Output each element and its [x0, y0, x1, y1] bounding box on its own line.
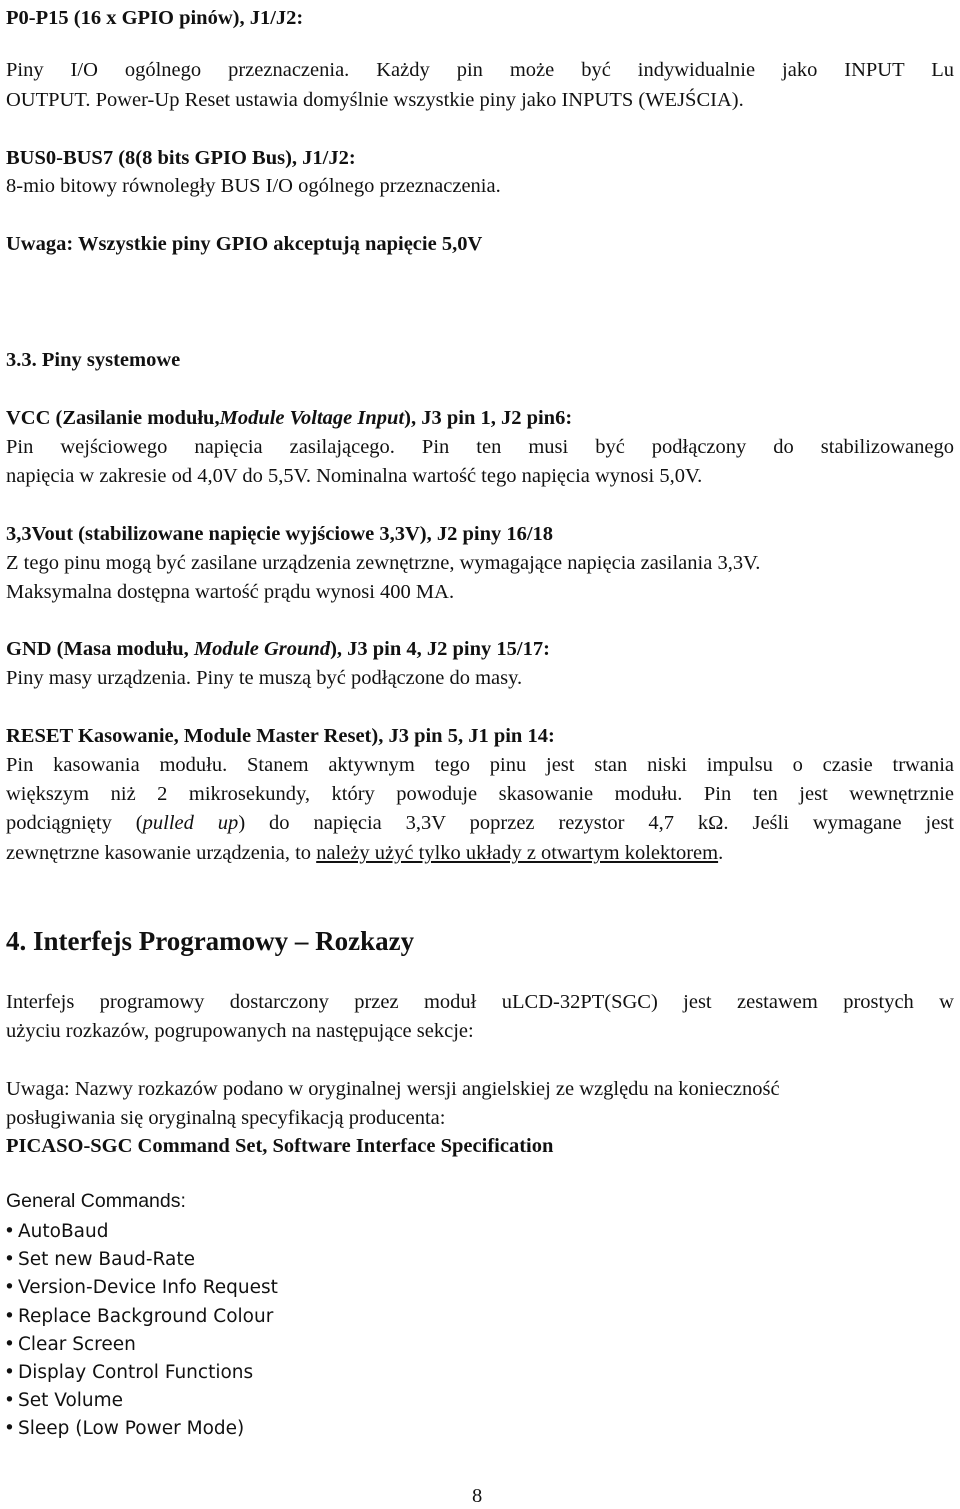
list-item-label: Set Volume: [18, 1390, 124, 1412]
vcc-line-1: Pin wejściowego napięcia zasilającego. P…: [6, 436, 954, 458]
gnd-heading-italic: Module Ground: [193, 638, 331, 660]
list-item-label: Sleep (Low Power Mode): [18, 1418, 245, 1440]
reset-line-2: większym niż 2 mikrosekundy, który powod…: [6, 783, 954, 805]
list-item: • Clear Screen: [4, 1331, 278, 1359]
gnd-heading-b: ), J3 pin 4, J2 piny 15/17:: [330, 638, 550, 660]
vcc-heading-italic: Module Voltage Input: [219, 407, 405, 429]
list-item: • Version-Device Info Request: [4, 1274, 278, 1302]
list-item: • Display Control Functions: [4, 1359, 278, 1387]
vcc-heading-b: ), J3 pin 1, J2 pin6:: [404, 407, 573, 429]
gnd-heading: GND (Masa modułu, Module Ground), J3 pin…: [6, 637, 550, 661]
bullet-icon: •: [4, 1418, 15, 1440]
reset-line-3-a: podciągnięty (: [6, 812, 143, 834]
list-item: • Replace Background Colour: [4, 1303, 278, 1331]
section-4-intro-line-2: użyciu rozkazów, pogrupowanych na następ…: [6, 1020, 474, 1042]
reset-line-1: Pin kasowania modułu. Stanem aktywnym te…: [6, 754, 954, 776]
section-4-note-line-1: Uwaga: Nazwy rozkazów podano w oryginaln…: [6, 1078, 780, 1100]
vcc-heading: VCC (Zasilanie modułu,Module Voltage Inp…: [6, 406, 572, 430]
vout-line-2: Maksymalna dostępna wartość prądu wynosi…: [6, 581, 455, 603]
reset-line-4-underlined: należy użyć tylko układy z otwartym kole…: [316, 842, 719, 864]
list-item-label: Replace Background Colour: [18, 1305, 274, 1327]
bullet-icon: •: [4, 1390, 15, 1412]
list-item-label: Display Control Functions: [18, 1362, 254, 1384]
vcc-heading-a: VCC (Zasilanie modułu,: [6, 407, 220, 429]
gpio-paragraph-line-2: OUTPUT. Power-Up Reset ustawia domyślnie…: [6, 89, 744, 111]
vcc-line-2: napięcia w zakresie od 4,0V do 5,5V. Nom…: [6, 465, 703, 487]
general-commands-title: General Commands:: [6, 1190, 186, 1212]
list-item-label: Version-Device Info Request: [18, 1277, 278, 1299]
gpio-heading: P0-P15 (16 x GPIO pinów), J1/J2:: [6, 7, 304, 29]
bullet-icon: •: [4, 1305, 15, 1327]
vout-line-1: Z tego pinu mogą być zasilane urządzenia…: [6, 552, 761, 574]
list-item-label: Clear Screen: [18, 1333, 136, 1355]
list-item: • Set new Baud-Rate: [4, 1246, 278, 1274]
reset-line-3: podciągnięty (pulled up) do napięcia 3,3…: [6, 811, 954, 835]
section-4-intro-line-1: Interfejs programowy dostarczony przez m…: [6, 991, 954, 1013]
spec-title: PICASO-SGC Command Set, Software Interfa…: [6, 1135, 554, 1157]
list-item-label: AutoBaud: [18, 1221, 109, 1242]
list-item: • AutoBaud: [4, 1218, 278, 1246]
list-item: • Sleep (Low Power Mode): [4, 1415, 278, 1443]
gnd-heading-a: GND (Masa modułu,: [6, 638, 194, 660]
bullet-icon: •: [4, 1333, 15, 1355]
gpio-voltage-note: Uwaga: Wszystkie piny GPIO akceptują nap…: [6, 233, 483, 255]
bullet-icon: •: [4, 1221, 15, 1242]
section-4-note-line-2: posługiwania się oryginalną specyfikacją…: [6, 1107, 446, 1129]
list-item-label: Set new Baud-Rate: [18, 1249, 195, 1271]
page-number: 8: [472, 1485, 483, 1507]
section-3-3-title: 3.3. Piny systemowe: [6, 349, 181, 371]
gpio-paragraph-line-1: Piny I/O ogólnego przeznaczenia. Każdy p…: [6, 59, 954, 81]
reset-heading: RESET Kasowanie, Module Master Reset), J…: [6, 725, 555, 747]
bullet-icon: •: [4, 1362, 15, 1384]
vout-heading: 3,3Vout (stabilizowane napięcie wyjściow…: [6, 523, 554, 545]
gnd-line-1: Piny masy urządzenia. Piny te muszą być …: [6, 667, 523, 689]
reset-line-4: zewnętrzne kasowanie urządzenia, to nale…: [6, 841, 723, 865]
bullet-icon: •: [4, 1277, 15, 1299]
reset-line-4-b: .: [718, 842, 724, 864]
list-item: • Set Volume: [4, 1387, 278, 1415]
bus-paragraph: 8-mio bitowy równoległy BUS I/O ogólnego…: [6, 175, 501, 197]
reset-line-4-a: zewnętrzne kasowanie urządzenia, to: [6, 842, 317, 864]
reset-line-3-b: ) do napięcia 3,3V poprzez rezystor 4,7 …: [238, 812, 955, 834]
reset-line-3-italic: pulled up: [142, 812, 239, 834]
bus-heading: BUS0-BUS7 (8(8 bits GPIO Bus), J1/J2:: [6, 147, 356, 169]
general-commands-list: • AutoBaud • Set new Baud-Rate • Version-De…: [4, 1218, 278, 1444]
bullet-icon: •: [4, 1249, 15, 1271]
section-4-title: 4. Interfejs Programowy – Rozkazy: [6, 926, 415, 956]
